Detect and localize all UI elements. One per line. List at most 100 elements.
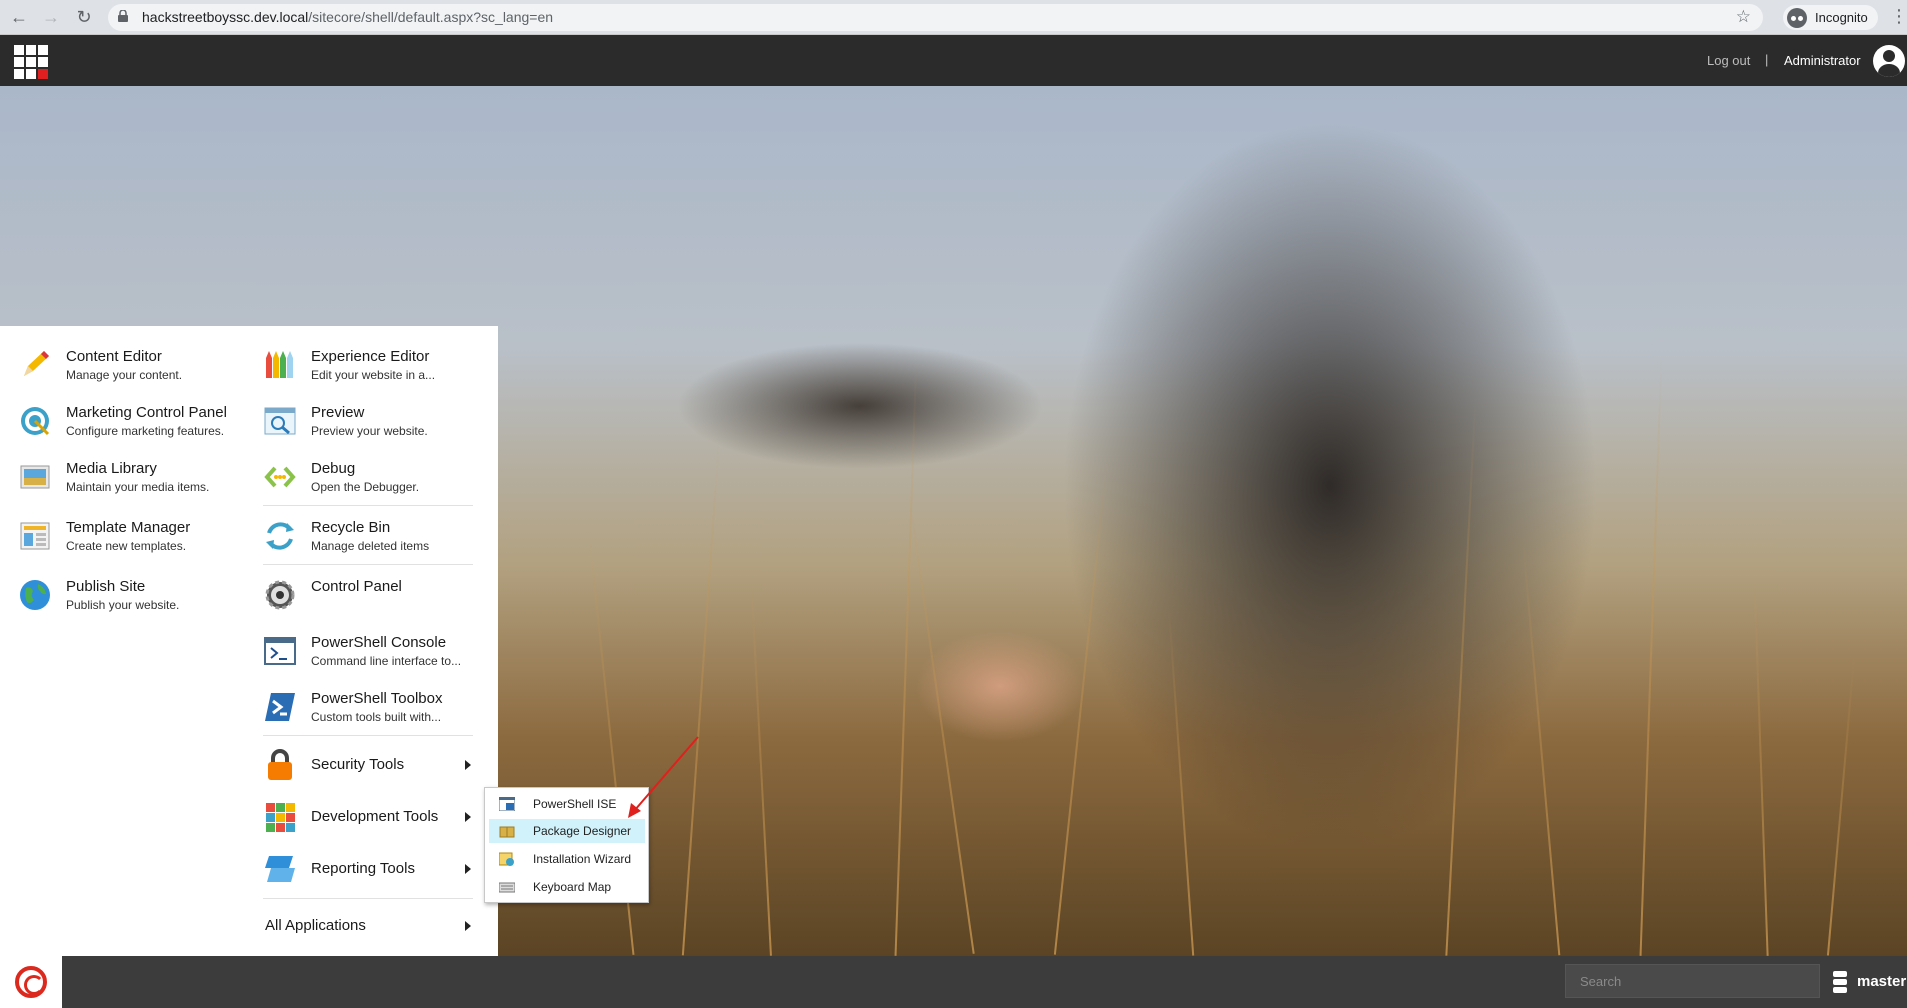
database-name[interactable]: master [1857, 973, 1906, 990]
app-powershell-toolbox[interactable]: PowerShell Toolbox Custom tools built wi… [263, 686, 483, 728]
media-library-icon [20, 465, 50, 489]
app-template-manager[interactable]: Template Manager Create new templates. [18, 515, 238, 557]
app-preview[interactable]: Preview Preview your website. [263, 400, 483, 442]
address-bar[interactable]: hackstreetboyssc.dev.local/sitecore/shel… [108, 4, 1763, 31]
app-desc: Create new templates. [66, 539, 187, 553]
app-media-library[interactable]: Media Library Maintain your media items. [18, 456, 238, 498]
app-title: Control Panel [311, 578, 402, 595]
submenu-label: Keyboard Map [533, 880, 612, 894]
avatar[interactable] [1873, 45, 1905, 77]
app-desc: Configure marketing features. [66, 424, 225, 438]
incognito-icon [1787, 7, 1807, 28]
all-applications-label: All Applications [265, 917, 366, 934]
app-desc: Custom tools built with... [311, 710, 442, 724]
package-icon [499, 826, 515, 838]
preview-icon [264, 407, 296, 435]
app-title: Recycle Bin [311, 519, 391, 536]
app-desc: Edit your website in a... [311, 368, 436, 382]
app-experience-editor[interactable]: Experience Editor Edit your website in a… [263, 344, 483, 386]
app-marketing-control-panel[interactable]: Marketing Control Panel Configure market… [18, 400, 238, 442]
username[interactable]: Administrator [1784, 53, 1861, 68]
app-title: Experience Editor [311, 348, 430, 365]
globe-icon [20, 580, 50, 610]
keyboard-icon [499, 882, 515, 893]
app-recycle-bin[interactable]: Recycle Bin Manage deleted items [263, 515, 483, 557]
app-title: Preview [311, 404, 365, 421]
header-divider: | [1765, 52, 1769, 67]
submenu-item-package-designer[interactable]: Package Designer [489, 819, 645, 843]
app-powershell-console[interactable]: PowerShell Console Command line interfac… [263, 630, 483, 672]
app-development-tools[interactable]: Development Tools [263, 796, 483, 838]
chevron-right-icon [465, 864, 471, 874]
cubes-icon [266, 803, 295, 832]
chevron-right-icon [465, 812, 471, 822]
gear-icon [265, 580, 295, 610]
app-title: Publish Site [66, 578, 146, 595]
menu-divider [263, 505, 473, 506]
powershell-icon [265, 693, 295, 721]
back-icon[interactable]: ← [8, 6, 30, 28]
bookmark-star-icon[interactable]: ☆ [1736, 7, 1751, 27]
sitecore-header: Log out | Administrator [0, 35, 1907, 86]
pencil-icon [24, 351, 49, 376]
app-title: Media Library [66, 460, 157, 477]
reload-icon[interactable]: ↻ [73, 6, 95, 28]
target-icon [21, 407, 50, 436]
wizard-icon [499, 852, 514, 866]
app-launcher-icon[interactable] [14, 45, 48, 79]
url-text: hackstreetboyssc.dev.local/sitecore/shel… [142, 9, 553, 25]
database-icon[interactable] [1833, 971, 1847, 993]
app-desc: Command line interface to... [311, 654, 462, 668]
taskbar: master [0, 956, 1907, 1008]
app-title: Marketing Control Panel [66, 404, 227, 421]
powershell-ise-icon [499, 797, 515, 811]
app-title: Debug [311, 460, 356, 477]
app-desc: Publish your website. [66, 598, 180, 612]
app-desc: Maintain your media items. [66, 480, 210, 494]
reporting-icon [265, 856, 295, 882]
url-path: /sitecore/shell/default.aspx?sc_lang=en [308, 9, 554, 25]
submenu-item-keyboard-map[interactable]: Keyboard Map [489, 875, 645, 899]
app-debug[interactable]: Debug Open the Debugger. [263, 456, 483, 498]
app-content-editor[interactable]: Content Editor Manage your content. [18, 344, 238, 386]
menu-divider [263, 564, 473, 565]
app-title: PowerShell Console [311, 634, 447, 651]
console-icon [264, 637, 296, 665]
app-title: Template Manager [66, 519, 191, 536]
url-host: hackstreetboyssc.dev.local [142, 9, 309, 25]
menu-divider [263, 735, 473, 736]
annotation-arrow [628, 736, 699, 818]
logout-link[interactable]: Log out [1707, 53, 1750, 68]
start-menu: Content Editor Manage your content. Mark… [0, 326, 498, 956]
template-icon [20, 522, 50, 550]
app-title: PowerShell Toolbox [311, 690, 443, 707]
incognito-badge[interactable]: Incognito [1783, 5, 1878, 30]
app-title: Reporting Tools [311, 860, 415, 877]
submenu-item-installation-wizard[interactable]: Installation Wizard [489, 847, 645, 871]
sitecore-logo-icon [15, 966, 47, 998]
app-desc: Open the Debugger. [311, 480, 420, 494]
padlock-icon [268, 749, 292, 780]
app-publish-site[interactable]: Publish Site Publish your website. [18, 574, 238, 616]
sitecore-start-button[interactable] [0, 956, 62, 1008]
forward-icon[interactable]: → [40, 6, 62, 28]
app-reporting-tools[interactable]: Reporting Tools [263, 848, 483, 890]
app-title: Development Tools [311, 808, 439, 825]
app-security-tools[interactable]: Security Tools [263, 744, 483, 786]
lock-icon [118, 10, 128, 22]
app-title: Security Tools [311, 756, 405, 773]
chevron-right-icon [465, 921, 471, 931]
chevron-right-icon [465, 760, 471, 770]
search-input[interactable] [1565, 964, 1820, 998]
app-control-panel[interactable]: Control Panel [263, 574, 483, 616]
all-applications[interactable]: All Applications [263, 903, 483, 947]
app-title: Content Editor [66, 348, 162, 365]
recycle-icon [266, 522, 294, 550]
menu-divider [263, 898, 473, 899]
submenu-label: Package Designer [533, 824, 632, 838]
browser-menu-icon[interactable]: ⋮ [1890, 6, 1907, 27]
submenu-label: Installation Wizard [533, 852, 632, 866]
browser-toolbar: ← → ↻ hackstreetboyssc.dev.local/sitecor… [0, 0, 1907, 35]
app-desc: Manage deleted items [311, 539, 430, 553]
debug-icon [264, 466, 296, 488]
